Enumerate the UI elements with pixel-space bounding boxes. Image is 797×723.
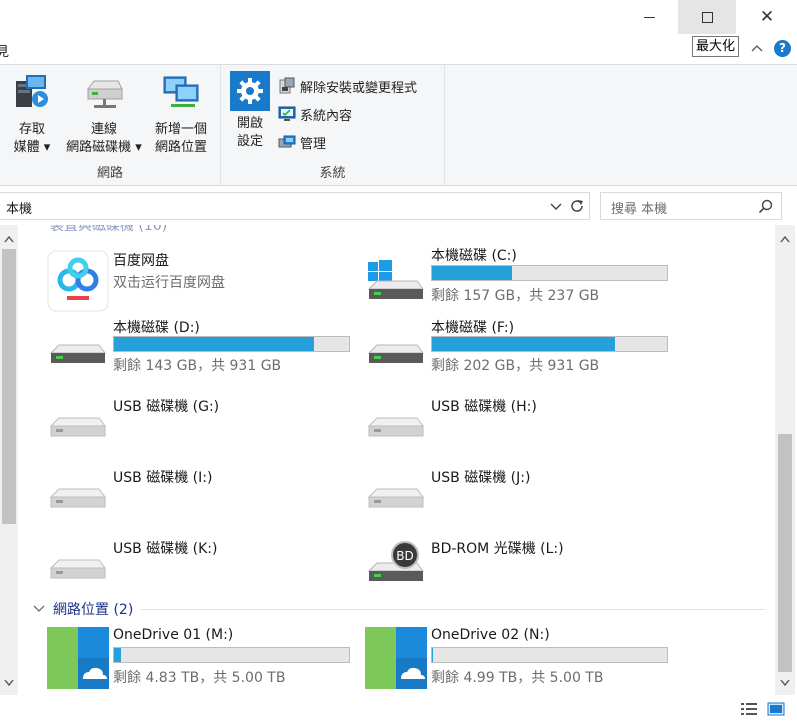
gear-icon [230,71,270,111]
details-view-icon[interactable] [740,701,758,717]
drive-f-usage-bar [431,336,668,352]
drive-l-item[interactable]: BD BD-ROM 光碟機 (L:) [365,535,675,603]
drive-c-usage-bar [431,265,668,281]
collapse-ribbon-icon[interactable] [750,42,764,56]
usb-drive-icon [49,559,106,579]
onedrive-n-usage-fill [432,648,434,662]
title-bar: ✕ [0,0,797,34]
refresh-icon[interactable] [568,197,586,215]
onedrive-n-item[interactable]: OneDrive 02 (N:) 剩餘 4.99 TB，共 5.00 TB [365,627,675,695]
scroll-down-icon[interactable] [4,679,14,687]
bd-rom-drive-icon: BD [367,541,424,581]
search-input[interactable]: 搜尋 本機 [611,198,667,217]
drive-j-item[interactable]: USB 磁碟機 (J:) [365,467,675,535]
close-button[interactable]: ✕ [744,0,790,34]
ribbon-tab-view[interactable]: 見 [0,41,9,60]
nav-pane-scrollbar[interactable] [0,225,18,695]
drive-d-item[interactable]: 本機磁碟 (D:) 剩餘 143 GB，共 931 GB [47,317,357,385]
system-properties-button[interactable]: 系統內容 [278,103,352,125]
address-path[interactable]: 本機 [6,198,32,217]
usb-drive-icon [49,417,106,437]
scroll-up-icon[interactable] [780,235,790,243]
baidu-netdisk-item[interactable]: 百度网盘 双击运行百度网盘 [47,250,357,318]
network-drive-icon [87,80,123,108]
drive-f-item[interactable]: 本機磁碟 (F:) 剩餘 202 GB，共 931 GB [365,317,675,385]
ribbon-group-label-network: 網路 [96,166,123,181]
network-location-icon [163,76,199,107]
onedrive-m-usage-fill [114,648,122,662]
address-bar[interactable]: 本機 [0,192,590,220]
hard-drive-icon [49,344,106,363]
scroll-down-icon[interactable] [780,679,790,687]
content-scrollbar[interactable] [775,225,795,695]
file-view: 裝置與磁碟機 (10) 百度网盘 双击运行百度网盘 本機磁碟 (C:) 剩餘 1… [0,225,797,695]
manage-icon [278,135,296,148]
svg-text:BD: BD [396,549,413,563]
drive-c-item[interactable]: 本機磁碟 (C:) 剩餘 157 GB，共 237 GB [365,245,675,313]
ribbon-tab-row: 見 ? [0,34,797,64]
drive-i-item[interactable]: USB 磁碟機 (I:) [47,467,357,535]
ribbon-group-network: 存取 媒體 ▾ 連線 網路磁碟機 ▾ 新增一個 網路位置 網路 [0,65,221,185]
usb-drive-icon [367,488,424,508]
uninstall-icon [279,77,295,94]
nav-pane-scrollbar-thumb[interactable] [2,249,16,524]
add-network-location-button[interactable]: 新增一個 網路位置 [150,71,212,157]
map-network-drive-button[interactable]: 連線 網路磁碟機 ▾ [62,71,146,157]
onedrive-m-item[interactable]: OneDrive 01 (M:) 剩餘 4.83 TB，共 5.00 TB [47,627,357,695]
baidu-netdisk-icon [47,250,109,312]
usb-drive-icon [367,417,424,437]
access-media-button[interactable]: 存取 媒體 ▾ [10,71,54,157]
maximize-button[interactable] [678,0,736,34]
onedrive-n-usage-bar [431,647,668,663]
properties-icon [278,106,296,121]
manage-button[interactable]: 管理 [278,131,326,153]
minimize-icon [643,16,655,18]
drive-g-item[interactable]: USB 磁碟機 (G:) [47,396,357,464]
address-dropdown-icon[interactable] [549,198,563,214]
help-icon[interactable]: ? [774,40,791,57]
drive-d-usage-bar [113,336,350,352]
windows-drive-icon [367,260,424,299]
network-locations-group-header[interactable]: 網路位置 (2) [33,599,133,619]
search-icon[interactable] [758,199,773,214]
drive-c-usage-fill [432,266,512,280]
onedrive-drive-icon [47,627,109,689]
chevron-down-icon[interactable] [33,604,45,614]
minimize-button[interactable] [626,0,672,34]
maximize-icon [701,11,713,23]
large-icons-view-icon[interactable] [767,701,785,717]
hard-drive-icon [367,344,424,363]
drive-d-usage-fill [114,337,314,351]
scroll-up-icon[interactable] [4,235,14,243]
ribbon: 存取 媒體 ▾ 連線 網路磁碟機 ▾ 新增一個 網路位置 網路 開啟 設定 系統… [0,64,797,186]
status-bar [0,695,797,723]
devices-group-header[interactable]: 裝置與磁碟機 (10) [50,225,167,235]
ribbon-group-label-system: 系統 [319,166,346,181]
media-server-icon [16,75,48,107]
open-settings-button[interactable]: 開啟 設定 [229,71,271,151]
usb-drive-icon [49,488,106,508]
uninstall-program-button[interactable]: 解除安裝或變更程式 [278,75,417,97]
group-divider [140,609,765,610]
onedrive-drive-icon [365,627,427,689]
onedrive-m-usage-bar [113,647,350,663]
drive-k-item[interactable]: USB 磁碟機 (K:) [47,538,357,606]
close-icon: ✕ [759,6,775,27]
drive-h-item[interactable]: USB 磁碟機 (H:) [365,396,675,464]
search-box[interactable]: 搜尋 本機 [600,192,782,220]
maximize-tooltip: 最大化 [692,36,740,57]
content-scrollbar-thumb[interactable] [778,434,792,672]
drive-f-usage-fill [432,337,616,351]
